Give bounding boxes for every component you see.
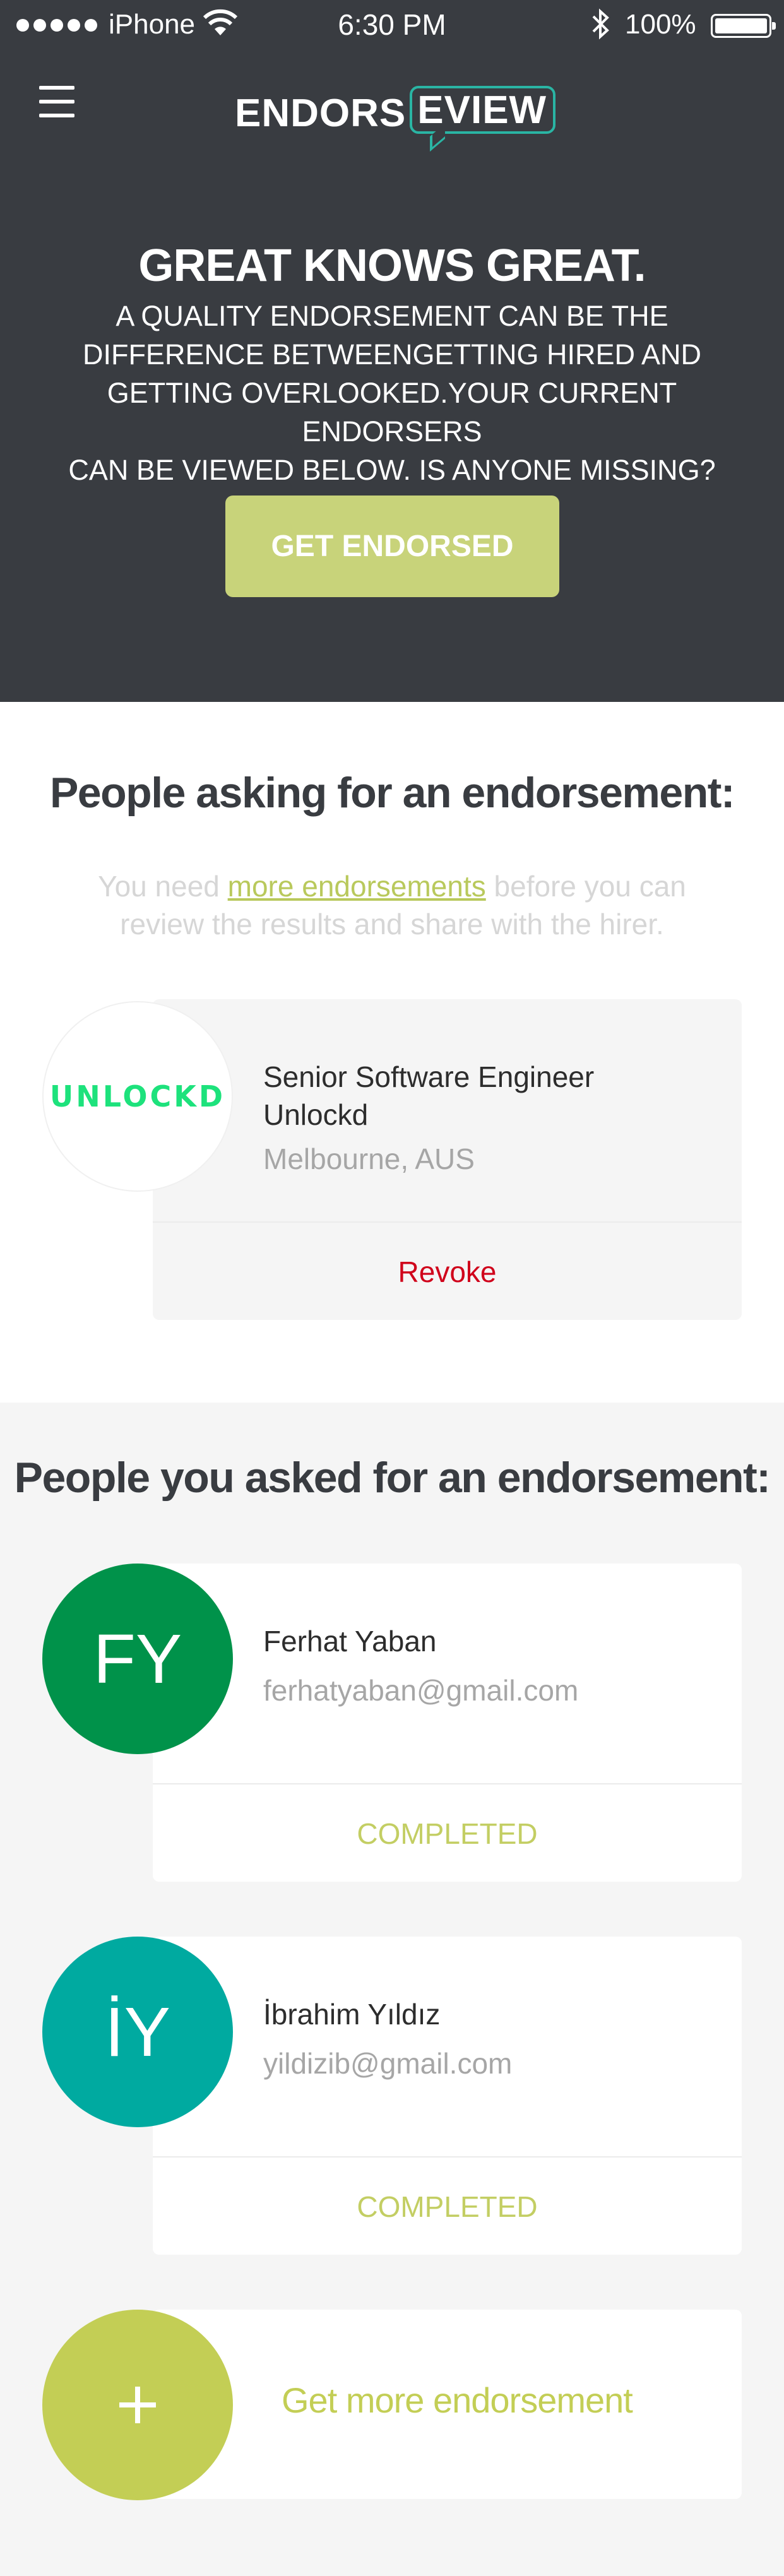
hero-description: A QUALITY ENDORSEMENT CAN BE THE DIFFERE… bbox=[38, 297, 746, 489]
hero-line: GETTING OVERLOOKED.YOUR CURRENT ENDORSER… bbox=[107, 377, 677, 448]
bluetooth-icon bbox=[592, 8, 609, 40]
asked-section-title: People you asked for an endorsement: bbox=[14, 1454, 771, 1502]
get-endorsed-button[interactable]: GET ENDORSED bbox=[225, 496, 559, 597]
unlockd-logo: UNLOCKD bbox=[49, 1079, 226, 1113]
logo-text-right: EVIEW bbox=[417, 88, 547, 132]
revoke-button[interactable]: Revoke bbox=[153, 1224, 742, 1320]
hamburger-icon[interactable] bbox=[39, 86, 74, 117]
hero-line: A QUALITY ENDORSEMENT CAN BE THE bbox=[116, 300, 668, 332]
logo-speech-bubble: EVIEW bbox=[410, 86, 556, 152]
get-more-endorsement-label[interactable]: Get more endorsement bbox=[282, 2380, 633, 2421]
card-divider bbox=[153, 1221, 742, 1223]
endorser-name: İbrahim Yıldız bbox=[263, 1998, 441, 2031]
endorsement-request-card: Senior Software Engineer Unlockd Melbour… bbox=[153, 999, 742, 1320]
plus-glyph bbox=[119, 2387, 156, 2423]
endorser-email: ferhatyaban@gmail.com bbox=[263, 1674, 579, 1707]
endorser-avatar: FY bbox=[42, 1564, 233, 1754]
request-location: Melbourne, AUS bbox=[263, 1143, 475, 1175]
endorser-card: Ferhat Yaban ferhatyaban@gmail.com COMPL… bbox=[153, 1564, 742, 1882]
status-bar: iPhone 6:30 PM 100% bbox=[0, 0, 784, 50]
card-divider bbox=[153, 2156, 742, 2158]
logo-text-left: ENDORS bbox=[235, 92, 407, 135]
hero-title: GREAT KNOWS GREAT. bbox=[138, 240, 646, 291]
plus-icon[interactable] bbox=[42, 2310, 233, 2500]
request-role: Senior Software Engineer bbox=[263, 1060, 595, 1093]
battery-percentage: 100% bbox=[625, 9, 696, 40]
asking-section-title: People asking for an endorsement: bbox=[49, 769, 735, 817]
completed-status[interactable]: COMPLETED bbox=[153, 2159, 742, 2255]
asking-note: You need more endorsements before you ca… bbox=[88, 867, 696, 943]
company-logo-avatar: UNLOCKD bbox=[42, 1001, 233, 1192]
endorser-name: Ferhat Yaban bbox=[263, 1625, 437, 1658]
endorseview-logo: ENDORS EVIEW bbox=[235, 86, 556, 152]
completed-status[interactable]: COMPLETED bbox=[153, 1786, 742, 1882]
hero-header: iPhone 6:30 PM 100% ENDORS EVIEW GREAT K… bbox=[0, 0, 784, 702]
battery-icon bbox=[711, 14, 776, 38]
endorser-avatar: İY bbox=[42, 1937, 233, 2127]
endorser-card: İbrahim Yıldız yildizib@gmail.com COMPLE… bbox=[153, 1937, 742, 2255]
endorser-email: yildizib@gmail.com bbox=[263, 2047, 513, 2080]
hero-line: CAN BE VIEWED BELOW. IS ANYONE MISSING? bbox=[68, 454, 716, 486]
request-company: Unlockd bbox=[263, 1098, 369, 1131]
card-divider bbox=[153, 1783, 742, 1784]
note-text-before: You need bbox=[98, 870, 228, 903]
more-endorsements-link[interactable]: more endorsements bbox=[228, 870, 486, 903]
hero-line: DIFFERENCE BETWEENGETTING HIRED AND bbox=[82, 338, 702, 371]
